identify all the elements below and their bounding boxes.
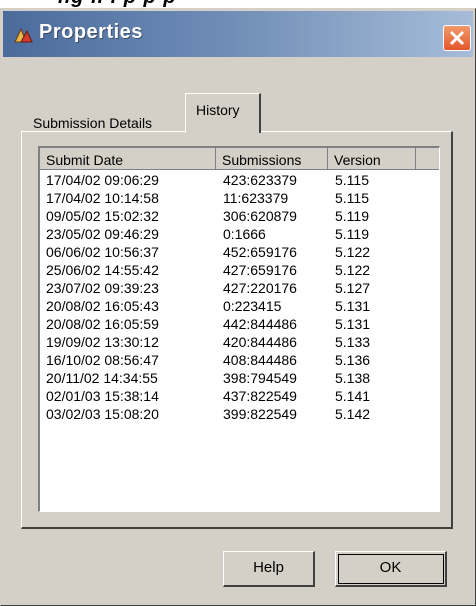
version-cell: 5.131 <box>335 316 371 332</box>
column-header-filler <box>416 148 439 170</box>
close-icon <box>449 30 465 46</box>
submit-date-cell: 20/11/02 14:34:55 <box>46 370 158 386</box>
column-header-submissions[interactable]: Submissions <box>216 148 328 170</box>
version-cell: 5.122 <box>335 244 371 260</box>
version-cell: 5.115 <box>335 172 369 188</box>
submit-date-cell: 06/06/02 10:56:37 <box>46 244 159 260</box>
list-item[interactable]: 06/06/02 10:56:37 452:659176 5.122 <box>40 244 439 262</box>
submissions-cell: 442:844486 <box>223 316 297 332</box>
submit-date-cell: 23/07/02 09:39:23 <box>46 280 159 296</box>
submit-date-cell: 20/08/02 16:05:59 <box>46 316 159 332</box>
list-item[interactable]: 02/01/03 15:38:14 437:822549 5.141 <box>40 388 439 406</box>
list-item[interactable]: 23/07/02 09:39:23 427:220176 5.127 <box>40 280 439 298</box>
version-cell: 5.138 <box>335 370 371 386</box>
submit-date-cell: 25/06/02 14:55:42 <box>46 262 159 278</box>
list-item[interactable]: 09/05/02 15:02:32 306:620879 5.119 <box>40 208 439 226</box>
list-item[interactable]: 23/05/02 09:46:29 0:1666 5.119 <box>40 226 439 244</box>
submissions-cell: 0:1666 <box>223 226 266 242</box>
list-item[interactable]: 17/04/02 10:14:58 11:623379 5.115 <box>40 190 439 208</box>
title-bar[interactable]: Properties <box>3 11 473 57</box>
submit-date-cell: 02/01/03 15:38:14 <box>46 388 159 404</box>
submit-date-cell: 17/04/02 10:14:58 <box>46 190 159 206</box>
version-cell: 5.141 <box>335 388 371 404</box>
app-icon <box>13 26 33 44</box>
submissions-cell: 437:822549 <box>223 388 297 404</box>
list-item[interactable]: 20/08/02 16:05:43 0:223415 5.131 <box>40 298 439 316</box>
tab-history[interactable]: History <box>185 93 261 133</box>
list-item[interactable]: 17/04/02 09:06:29 423:623379 5.115 <box>40 172 439 190</box>
submissions-cell: 398:794549 <box>223 370 297 386</box>
version-cell: 5.119 <box>335 208 369 224</box>
version-cell: 5.131 <box>335 298 371 314</box>
submit-date-cell: 09/05/02 15:02:32 <box>46 208 159 224</box>
submissions-cell: 399:822549 <box>223 406 297 422</box>
list-rows: 17/04/02 09:06:29 423:623379 5.115 17/04/0… <box>40 172 439 424</box>
list-item[interactable]: 03/02/03 15:08:20 399:822549 5.142 <box>40 406 439 424</box>
history-list[interactable]: Submit Date Submissions Version 17/04/02… <box>38 146 440 512</box>
list-item[interactable]: 25/06/02 14:55:42 427:659176 5.122 <box>40 262 439 280</box>
ok-button[interactable]: OK <box>335 551 447 587</box>
submissions-cell: 427:659176 <box>223 262 297 278</box>
submit-date-cell: 20/08/02 16:05:43 <box>46 298 159 314</box>
properties-dialog: Properties Submission Details History Su… <box>0 8 476 606</box>
submit-date-cell: 23/05/02 09:46:29 <box>46 226 159 242</box>
submissions-cell: 420:844486 <box>223 334 297 350</box>
submit-date-cell: 17/04/02 09:06:29 <box>46 172 159 188</box>
version-cell: 5.133 <box>335 334 371 350</box>
submissions-cell: 306:620879 <box>223 208 297 224</box>
top-strip: ng .. . p p p <box>0 0 476 8</box>
submissions-cell: 0:223415 <box>223 298 282 314</box>
version-cell: 5.142 <box>335 406 371 422</box>
submissions-cell: 11:623379 <box>223 190 289 206</box>
list-item[interactable]: 20/11/02 14:34:55 398:794549 5.138 <box>40 370 439 388</box>
list-item[interactable]: 20/08/02 16:05:59 442:844486 5.131 <box>40 316 439 334</box>
list-header: Submit Date Submissions Version <box>40 148 439 170</box>
list-item[interactable]: 16/10/02 08:56:47 408:844486 5.136 <box>40 352 439 370</box>
submissions-cell: 452:659176 <box>223 244 297 260</box>
column-header-version[interactable]: Version <box>328 148 416 170</box>
top-strip-text: ng .. . p p p <box>58 0 177 8</box>
version-cell: 5.122 <box>335 262 371 278</box>
submissions-cell: 427:220176 <box>223 280 297 296</box>
version-cell: 5.119 <box>335 226 369 242</box>
list-item[interactable]: 19/09/02 13:30:12 420:844486 5.133 <box>40 334 439 352</box>
version-cell: 5.136 <box>335 352 371 368</box>
submissions-cell: 423:623379 <box>223 172 297 188</box>
version-cell: 5.115 <box>335 190 369 206</box>
submit-date-cell: 16/10/02 08:56:47 <box>46 352 159 368</box>
window-title: Properties <box>39 21 143 43</box>
submissions-cell: 408:844486 <box>223 352 297 368</box>
submit-date-cell: 19/09/02 13:30:12 <box>46 334 159 350</box>
help-button[interactable]: Help <box>223 551 315 587</box>
submit-date-cell: 03/02/03 15:08:20 <box>46 406 159 422</box>
column-header-submit-date[interactable]: Submit Date <box>40 148 216 170</box>
history-tab-panel: Submit Date Submissions Version 17/04/02… <box>21 131 453 529</box>
close-button[interactable] <box>443 25 471 51</box>
version-cell: 5.127 <box>335 280 371 296</box>
